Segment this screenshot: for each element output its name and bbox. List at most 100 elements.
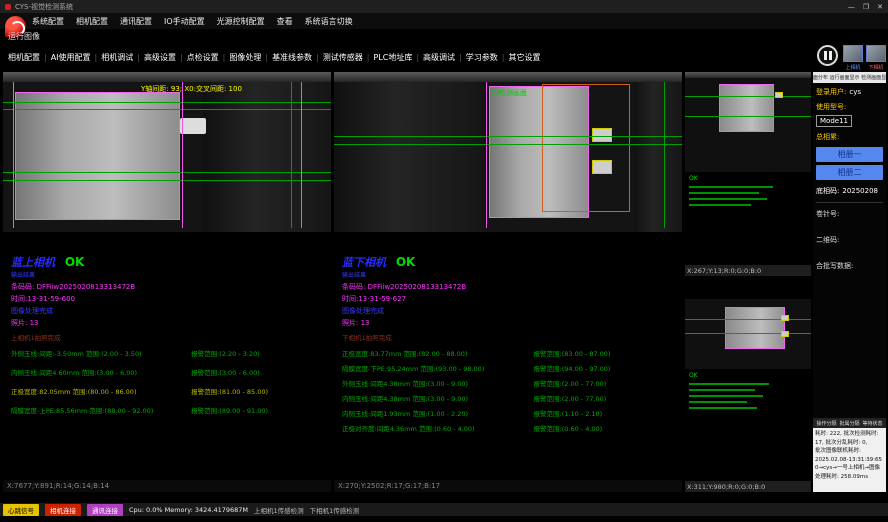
cpu-memory-text: Cpu: 0.0% Memory: 3424.4179687M (129, 506, 248, 514)
left-result-subtitle: 输出结果 (11, 270, 327, 279)
tab-run-image[interactable]: 运行图像 (8, 31, 40, 42)
right-result-block: 蓝下相机 OK 输出结果 条码码: DFFiiw2025020813313472… (342, 254, 678, 438)
lower-camera-snapshot-button[interactable] (866, 45, 886, 62)
stats-line: 处理耗时: 258.09ms (815, 473, 884, 482)
lower-camera-preview[interactable]: OK X:311;Y:980;R:0;G:0;B:0 (685, 279, 811, 492)
menu-item-view[interactable]: 查看 (277, 16, 293, 27)
mini-text-lines (685, 186, 811, 206)
toolbar-spot-check[interactable]: 点检设置 (187, 52, 230, 63)
alarm-range-text: 报警范围:(0.60 - 4.00) (534, 423, 678, 433)
measurement-row: 正极宽度:82.05mm 范围:(80.00 - 86.00) 报警范围:(81… (11, 386, 327, 396)
alarm-range-text: 报警范围:(2.00 - 77.00) (534, 378, 678, 388)
toolbar-plc-address[interactable]: PLC地址库 (373, 52, 423, 63)
status-bar: 心跳信号 相机连接 通讯连接 Cpu: 0.0% Memory: 3424.41… (0, 503, 888, 516)
stats-tab-strip: 操作分隔 批属分隔 等待状态 (813, 418, 886, 428)
right-camera-image[interactable]: AI检测画面 (334, 72, 682, 232)
measurement-row: 外侧玉线:间距:-3.50mm 范围:(2.00 - 3.50) 报警范围:(2… (11, 348, 327, 358)
toolbar-other-settings[interactable]: 其它设置 (508, 52, 540, 63)
preview-ok-text: OK (689, 175, 811, 182)
measure-line (685, 319, 811, 320)
stats-tab-3[interactable]: 等待状态 (863, 420, 883, 427)
measure-line (685, 333, 811, 334)
menu-item-comm-config[interactable]: 通讯配置 (120, 16, 152, 27)
alarm-range-text: 报警范围:(83.00 - 87.00) (534, 348, 678, 358)
toolbar-advanced-settings[interactable]: 高级设置 (144, 52, 187, 63)
tab-row: 运行图像 (0, 29, 888, 43)
alarm-range-text: 报警范围:(3.00 - 6.00) (191, 367, 327, 377)
right-status-text: 图像处理完成 (342, 306, 678, 316)
alarm-range-text: 报警范围:(81.00 - 85.00) (191, 386, 327, 396)
album-total-label: 总相累: (816, 132, 839, 142)
model-value: Mode11 (816, 115, 852, 127)
measure-line (685, 96, 811, 97)
measurement-row: 内侧玉线:间距4.60mm 范围:(3.00 - 6.00) 报警范围:(3.0… (11, 367, 327, 377)
app-icon (5, 4, 11, 10)
menu-item-camera-config[interactable]: 相机配置 (76, 16, 108, 27)
upper-camera-preview[interactable]: OK X:267;Y:13;R:0;G:0;B:0 (685, 72, 811, 276)
measure-line (685, 116, 811, 117)
feature-spot-overlay (775, 92, 783, 98)
layout-mode-header: 画面分布 运行画面显示 检测画面显示 (813, 72, 886, 83)
left-pixel-coordinates: X:7677;Y:891;R:14;G:14;B:14 (3, 480, 331, 492)
maximize-button[interactable]: ❐ (863, 3, 869, 11)
login-user-value: cys (849, 88, 861, 96)
connector-tab (180, 118, 206, 134)
menu-item-system-config[interactable]: 系统配置 (32, 16, 64, 27)
toolbar-baseline-params[interactable]: 基准线参数 (272, 52, 323, 63)
left-camera-panel: Y轴间距: 93; X0:交叉间距: 100 蓝上相机 OK 输出结果 条码码:… (3, 72, 331, 492)
close-button[interactable]: ✕ (877, 3, 883, 11)
right-note-text: 下相机1拍照完成 (342, 332, 678, 342)
model-label: 使用型号: (816, 102, 846, 112)
machine-top-strip (685, 72, 811, 78)
toolbar-ai-config[interactable]: AI使用配置 (51, 52, 102, 63)
album-button-1[interactable]: 相册一 (816, 147, 883, 162)
stats-line: 耗时: 222, 批次检测耗时: (815, 430, 884, 439)
lower-sensor-status-text: 下相机1传感检测 (310, 505, 360, 515)
measurement-row: 内侧玉线:间距4.38mm 范围:(3.00 - 9.00) 报警范围:(2.0… (342, 393, 678, 403)
product-region-overlay (725, 307, 785, 349)
toolbar-advanced-debug[interactable]: 高级调试 (423, 52, 466, 63)
stats-line: 批次图像联机耗时: (815, 447, 884, 456)
minimize-button[interactable]: — (848, 3, 855, 11)
measurement-row: 外侧玉线:间距4.38mm 范围:(3.00 - 9.00) 报警范围:(2.0… (342, 378, 678, 388)
menu-item-language-switch[interactable]: 系统语言切换 (305, 16, 353, 27)
lower-preview-coordinates: X:311;Y:980;R:0;G:0;B:0 (685, 481, 811, 492)
feature-spot-overlay (781, 315, 789, 321)
right-result-title: 蓝下相机 (342, 256, 386, 269)
stats-line: 0→cys→一号上相机→图像 (815, 464, 884, 473)
measurement-text: 外侧玉线:间距:-3.50mm 范围:(2.00 - 3.50) (11, 348, 191, 358)
measurement-row: 正极对齐度:间距4.36mm 范围:(0.60 - 4.00) 报警范围:(0.… (342, 423, 678, 433)
comm-connection-badge: 通讯连接 (87, 504, 123, 516)
upper-preview-coordinates: X:267;Y:13;R:0;G:0;B:0 (685, 265, 811, 276)
toolbar-learn-params[interactable]: 学习参数 (466, 52, 509, 63)
left-camera-image[interactable]: Y轴间距: 93; X0:交叉间距: 100 (3, 72, 331, 232)
toolbar-test-sensor[interactable]: 测试传感器 (323, 52, 374, 63)
toolbar-image-processing[interactable]: 图像处理 (229, 52, 272, 63)
menu-item-io-manual-config[interactable]: IO手动配置 (164, 16, 205, 27)
stats-tab-2[interactable]: 批属分隔 (839, 420, 859, 427)
album-button-2[interactable]: 相册二 (816, 165, 883, 180)
menu-item-light-control-config[interactable]: 光源控制配置 (217, 16, 265, 27)
right-result-ok-badge: OK (396, 255, 416, 269)
upper-preview-image (685, 72, 811, 172)
feature-spot-overlay (781, 331, 789, 337)
measure-line (3, 172, 331, 173)
left-result-ok-badge: OK (65, 255, 85, 269)
alarm-range-text: 报警范围:(1.10 - 2.10) (534, 408, 678, 418)
pause-button[interactable] (817, 45, 838, 66)
upper-camera-snapshot-button[interactable] (843, 45, 863, 62)
alarm-range-text: 报警范围:(2.20 - 3.20) (191, 348, 327, 358)
measurement-text: 内侧玉线:间距1.93mm 范围:(1.00 - 2.20) (342, 408, 534, 418)
base-code-value: 20250208 (842, 187, 878, 195)
right-time-text: 时间:13-31-59-627 (342, 294, 678, 304)
measurement-text: 隔膜宽度-上PE:85.56mm 范围:(88.00 - 92.00) (11, 405, 191, 415)
machine-body (634, 82, 682, 232)
lower-preview-image (685, 299, 811, 369)
product-region-overlay (15, 92, 180, 220)
product-region-overlay (719, 84, 774, 132)
right-photo-count: 照片: 13 (342, 318, 678, 328)
stats-tab-1[interactable]: 操作分隔 (816, 420, 836, 427)
toolbar-camera-config[interactable]: 相机配置 (8, 52, 51, 63)
heartbeat-status-badge: 心跳信号 (3, 504, 39, 516)
toolbar-camera-debug[interactable]: 相机调试 (101, 52, 144, 63)
